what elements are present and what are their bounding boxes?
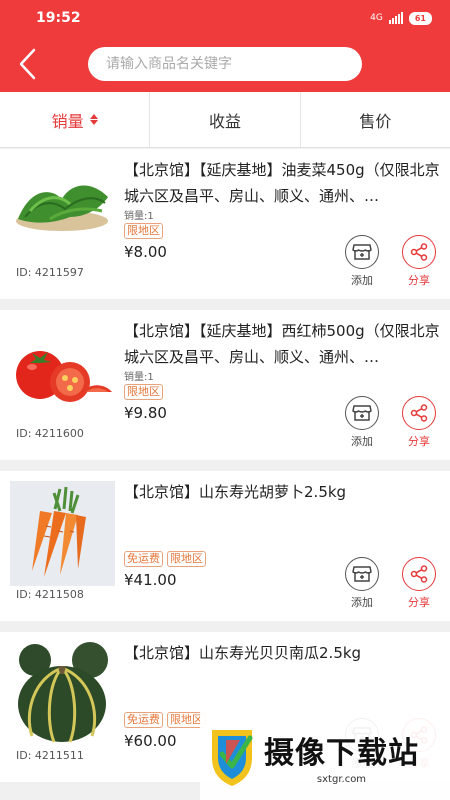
product-title[interactable]: 【北京馆】山东寿光胡萝卜2.5kg bbox=[124, 479, 442, 531]
add-label: 添加 bbox=[351, 274, 373, 287]
product-tags: 限地区 bbox=[124, 384, 163, 400]
product-card[interactable]: ID: 4211600 【北京馆】【延庆基地】西红柿500g（仅限北京城六区及昌… bbox=[0, 310, 450, 460]
product-image[interactable] bbox=[10, 481, 115, 586]
pumpkin-image bbox=[18, 642, 108, 743]
carrot-image bbox=[32, 486, 86, 577]
share-button[interactable]: 分享 bbox=[399, 396, 439, 449]
product-id: ID: 4211597 bbox=[16, 266, 84, 279]
share-button[interactable]: 分享 bbox=[399, 557, 439, 610]
product-card[interactable]: ID: 4211508 【北京馆】山东寿光胡萝卜2.5kg 免运费 限地区 ¥4… bbox=[0, 471, 450, 621]
watermark-url: sxtgr.com bbox=[316, 773, 367, 785]
free-shipping-tag: 免运费 bbox=[124, 551, 163, 567]
sort-tab-label: 售价 bbox=[359, 111, 392, 131]
share-icon bbox=[402, 235, 436, 269]
region-tag: 限地区 bbox=[124, 223, 163, 239]
add-button[interactable]: 添加 bbox=[342, 396, 382, 449]
product-price: ¥60.00 bbox=[124, 732, 177, 750]
add-button[interactable]: 添加 bbox=[342, 557, 382, 610]
nav-row bbox=[0, 36, 450, 92]
watermark-title: 摄像下载站 bbox=[264, 735, 419, 771]
product-sales: 销量:1 bbox=[124, 211, 154, 222]
watermark: 摄像下载站 sxtgr.com bbox=[200, 712, 450, 800]
sort-tab-price[interactable]: 售价 bbox=[301, 92, 450, 147]
product-image[interactable] bbox=[10, 320, 115, 425]
search-input[interactable] bbox=[106, 56, 362, 72]
share-icon bbox=[402, 396, 436, 430]
product-image[interactable] bbox=[10, 642, 115, 747]
share-button[interactable]: 分享 bbox=[399, 235, 439, 288]
product-id: ID: 4211508 bbox=[16, 588, 84, 601]
back-button[interactable] bbox=[18, 44, 58, 84]
product-id: ID: 4211511 bbox=[16, 749, 84, 762]
product-price: ¥8.00 bbox=[124, 243, 167, 261]
product-title[interactable]: 【北京馆】山东寿光贝贝南瓜2.5kg bbox=[124, 640, 442, 692]
sort-bar: 销量 收益 售价 bbox=[0, 92, 450, 148]
sort-tab-earnings[interactable]: 收益 bbox=[150, 92, 301, 147]
sort-tab-label: 收益 bbox=[208, 111, 241, 131]
watermark-logo-icon bbox=[212, 730, 253, 786]
product-title[interactable]: 【北京馆】【延庆基地】西红柿500g（仅限北京城六区及昌平、房山、顺义、通州、… bbox=[124, 318, 442, 370]
product-tags: 限地区 bbox=[124, 223, 163, 239]
share-label: 分享 bbox=[408, 435, 430, 448]
share-icon bbox=[402, 557, 436, 591]
search-box[interactable] bbox=[88, 47, 362, 81]
share-label: 分享 bbox=[408, 274, 430, 287]
share-label: 分享 bbox=[408, 596, 430, 609]
battery-icon: 61 bbox=[408, 11, 432, 25]
free-shipping-tag: 免运费 bbox=[124, 712, 163, 728]
region-tag: 限地区 bbox=[124, 384, 163, 400]
signal-icon bbox=[388, 12, 403, 24]
add-label: 添加 bbox=[351, 435, 373, 448]
product-tags: 免运费 限地区 bbox=[124, 712, 206, 728]
network-type: 4G bbox=[370, 13, 383, 23]
tomato-image bbox=[16, 351, 112, 402]
add-shop-icon bbox=[345, 557, 379, 591]
product-image[interactable] bbox=[10, 159, 115, 264]
product-id: ID: 4211600 bbox=[16, 427, 84, 440]
product-price: ¥41.00 bbox=[124, 571, 177, 589]
add-shop-icon bbox=[345, 235, 379, 269]
status-time: 19:52 bbox=[36, 10, 81, 26]
status-indicators: 4G 61 bbox=[370, 11, 432, 25]
add-shop-icon bbox=[345, 396, 379, 430]
region-tag: 限地区 bbox=[167, 551, 206, 567]
sort-tab-label: 销量 bbox=[51, 111, 84, 131]
product-sales: 销量:1 bbox=[124, 372, 154, 383]
status-bar: 19:52 4G 61 bbox=[0, 0, 450, 36]
sort-arrows-icon bbox=[89, 114, 98, 125]
watermark-text: 摄像下载站 sxtgr.com bbox=[264, 728, 419, 785]
product-price: ¥9.80 bbox=[124, 404, 167, 422]
product-title[interactable]: 【北京馆】【延庆基地】油麦菜450g（仅限北京城六区及昌平、房山、顺义、通州、… bbox=[124, 157, 442, 209]
add-label: 添加 bbox=[351, 596, 373, 609]
product-tags: 免运费 限地区 bbox=[124, 551, 206, 567]
lettuce-image bbox=[16, 185, 108, 231]
battery-level: 61 bbox=[414, 13, 426, 23]
product-card[interactable]: ID: 4211597 【北京馆】【延庆基地】油麦菜450g（仅限北京城六区及昌… bbox=[0, 149, 450, 299]
chevron-left-icon bbox=[19, 48, 36, 80]
add-button[interactable]: 添加 bbox=[342, 235, 382, 288]
app-header: 19:52 4G 61 bbox=[0, 0, 450, 92]
sort-tab-sales[interactable]: 销量 bbox=[0, 92, 151, 147]
product-list: ID: 4211597 【北京馆】【延庆基地】油麦菜450g（仅限北京城六区及昌… bbox=[0, 149, 450, 793]
